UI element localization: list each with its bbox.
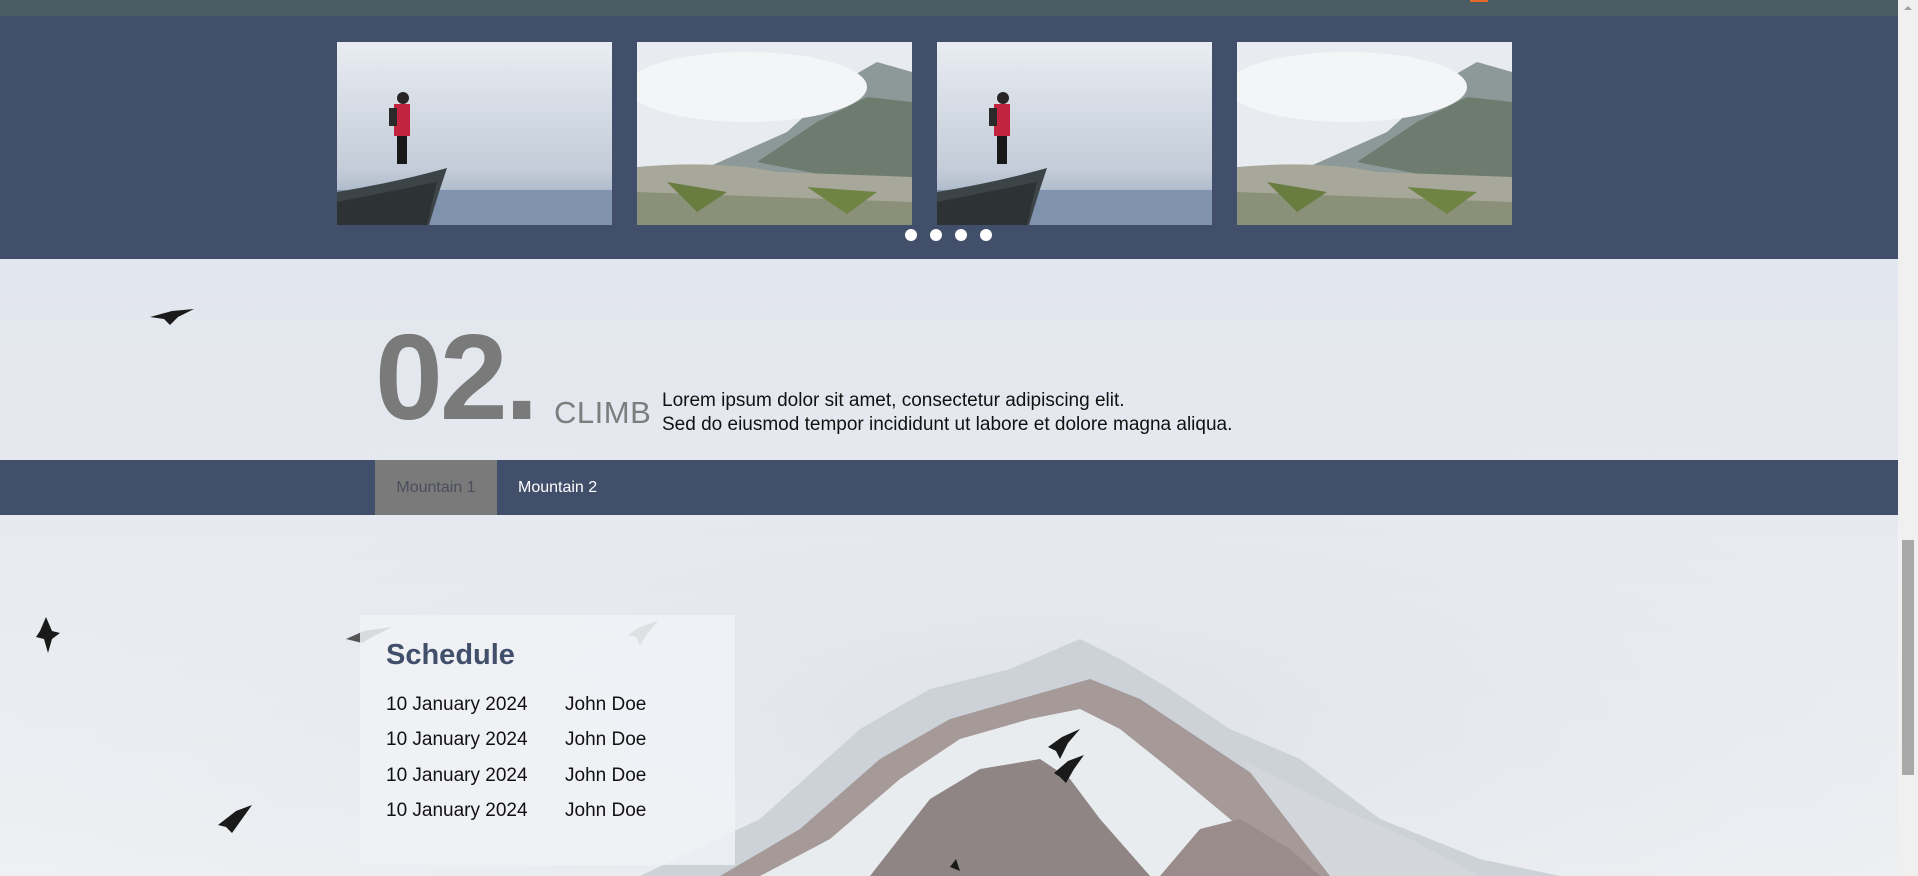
section-number: 02. (375, 309, 539, 445)
page-scrollbar[interactable] (1898, 0, 1918, 876)
gallery-image-valley[interactable] (637, 42, 912, 225)
section-description: Lorem ipsum dolor sit amet, consectetur … (662, 389, 1232, 437)
schedule-date: 10 January 2024 (386, 800, 528, 821)
tab-mountain-2[interactable]: Mountain 2 (497, 460, 618, 515)
mountain-background (0, 259, 1898, 876)
description-line: Sed do eiusmod tempor incididunt ut labo… (662, 414, 1233, 435)
climb-section: 02. CLIMB Lorem ipsum dolor sit amet, co… (0, 259, 1898, 876)
schedule-panel: Schedule 10 January 2024 John Doe 10 Janu… (360, 615, 735, 865)
top-nav-bar (0, 0, 1898, 16)
schedule-row: 10 January 2024 John Doe (386, 729, 646, 751)
image-carousel (0, 16, 1898, 259)
scrollbar-thumb[interactable] (1902, 540, 1914, 775)
gallery-image-valley[interactable] (1237, 42, 1512, 225)
carousel-dot[interactable] (955, 229, 967, 241)
carousel-pagination (905, 229, 992, 241)
schedule-date: 10 January 2024 (386, 765, 528, 786)
schedule-person: John Doe (565, 765, 647, 786)
schedule-row: 10 January 2024 John Doe (386, 765, 646, 787)
schedule-person: John Doe (565, 694, 647, 715)
description-line: Lorem ipsum dolor sit amet, consectetur … (662, 390, 1125, 411)
schedule-person: John Doe (565, 800, 647, 821)
schedule-row: 10 January 2024 John Doe (386, 694, 646, 716)
schedule-title: Schedule (386, 639, 515, 671)
carousel-dot[interactable] (980, 229, 992, 241)
schedule-date: 10 January 2024 (386, 729, 528, 750)
schedule-date: 10 January 2024 (386, 694, 528, 715)
carousel-dot[interactable] (905, 229, 917, 241)
schedule-row: 10 January 2024 John Doe (386, 800, 646, 822)
gallery-image-climber[interactable] (337, 42, 612, 225)
gallery-image-climber[interactable] (937, 42, 1212, 225)
section-label: CLIMB (554, 395, 652, 430)
tab-mountain-1[interactable]: Mountain 1 (375, 460, 497, 515)
accent-marker (1470, 0, 1488, 2)
schedule-person: John Doe (565, 729, 647, 750)
scroll-up-arrow-icon[interactable] (1902, 2, 1914, 14)
mountain-tabs: Mountain 1 Mountain 2 (0, 460, 1898, 515)
carousel-dot[interactable] (930, 229, 942, 241)
